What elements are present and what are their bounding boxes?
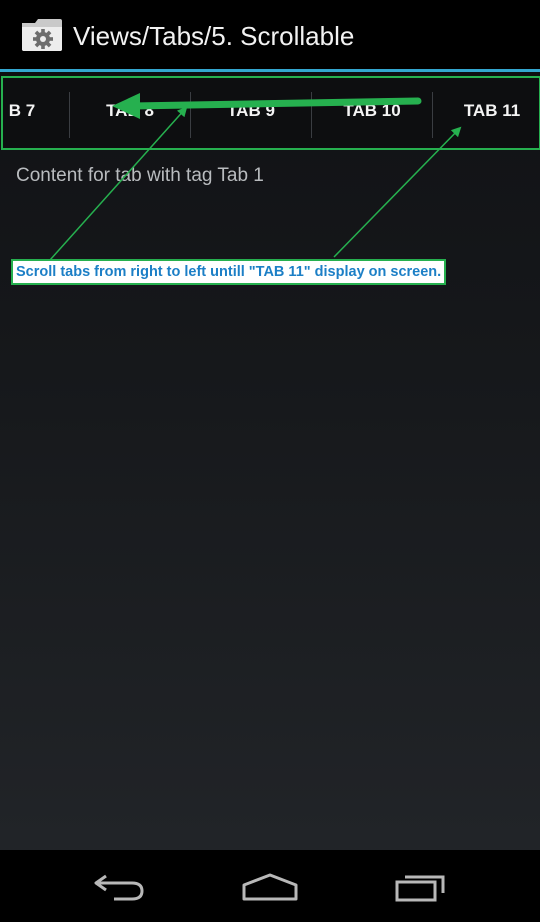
recent-apps-icon[interactable] (376, 864, 466, 910)
annotation-highlight-box (1, 76, 540, 150)
annotation-note: Scroll tabs from right to left untill "T… (11, 259, 447, 285)
app-screen: Views/Tabs/5. Scrollable B 7 TAB 8 TAB 9… (0, 0, 540, 922)
settings-folder-icon[interactable] (20, 17, 64, 53)
home-icon[interactable] (225, 864, 315, 910)
back-icon[interactable] (75, 864, 165, 910)
navigation-bar (0, 850, 540, 922)
tab-content-text: Content for tab with tag Tab 1 (16, 165, 264, 186)
page-title: Views/Tabs/5. Scrollable (73, 21, 355, 51)
action-bar: Views/Tabs/5. Scrollable (0, 0, 540, 70)
